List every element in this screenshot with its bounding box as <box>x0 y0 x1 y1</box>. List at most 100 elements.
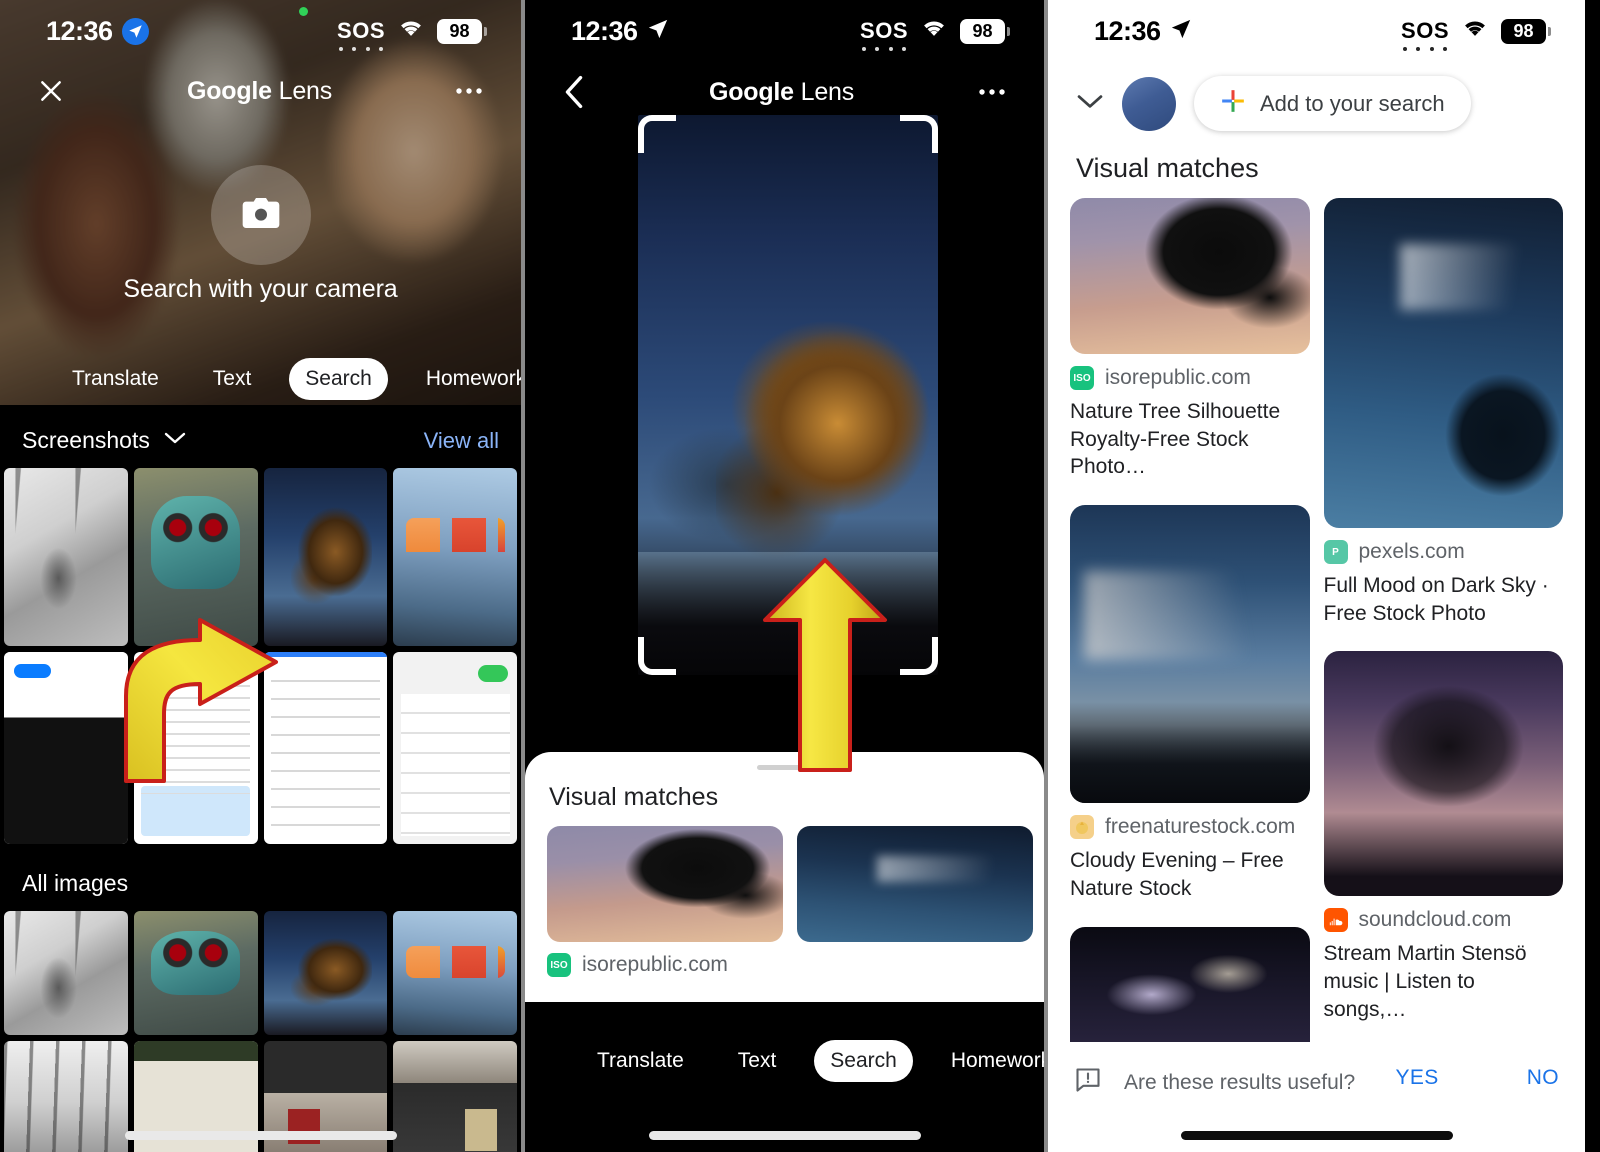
screenshots-grid-row-1 <box>0 468 521 646</box>
visual-matches-bottom-sheet[interactable]: Visual matches ISO isorepublic.com <box>525 752 1044 1002</box>
mode-tab-bar: Translate Text Search Homework Shopping <box>525 1040 1044 1082</box>
result-source: P pexels.com <box>1323 528 1564 564</box>
page-title: Google Lens <box>709 78 854 107</box>
result-thumbnail <box>1070 926 1310 1057</box>
overflow-menu-icon[interactable] <box>455 87 483 95</box>
mode-tab-homework[interactable]: Homework <box>935 1040 1044 1082</box>
results-column-right: P pexels.com Full Mood on Dark Sky · Fre… <box>1323 198 1564 1134</box>
thumbnail[interactable] <box>393 468 517 646</box>
status-bar: 12:36 SOS 98 <box>1048 0 1585 62</box>
result-card[interactable]: P pexels.com Full Mood on Dark Sky · Fre… <box>1323 198 1564 643</box>
view-all-link[interactable]: View all <box>424 428 499 454</box>
result-source-name: isorepublic.com <box>1105 366 1251 389</box>
phone-screen-lens-crop: 12:36 SOS 98 Google Lens Visual matches … <box>525 0 1044 1152</box>
camera-caption: Search with your camera <box>123 275 398 303</box>
status-time: 12:36 <box>571 15 638 46</box>
crop-region[interactable] <box>638 115 938 675</box>
thumbnail[interactable] <box>263 911 388 1035</box>
result-source: soundcloud.com <box>1323 896 1564 933</box>
result-card[interactable] <box>797 826 1033 977</box>
sheet-results-row: ISO isorepublic.com <box>525 812 1044 977</box>
feedback-icon <box>1074 1066 1102 1099</box>
results-header: Add to your search <box>1048 62 1585 131</box>
mode-tab-homework[interactable]: Homework <box>410 358 521 400</box>
crop-brackets[interactable] <box>638 115 938 675</box>
screenshots-label-group[interactable]: Screenshots <box>22 427 186 454</box>
crop-handle-bottom-right[interactable] <box>900 637 938 675</box>
screenshots-section-header: Screenshots View all <box>0 405 521 468</box>
three-phone-screenshot-stage: 12:36 SOS 98 Google Lens Search with you… <box>0 0 1600 1152</box>
add-to-your-search-button[interactable]: Add to your search <box>1194 76 1471 131</box>
result-card[interactable]: soundcloud.com Stream Martin Stensö musi… <box>1323 651 1564 1039</box>
result-thumbnail <box>1323 198 1563 528</box>
result-card[interactable] <box>1070 926 1310 1057</box>
thumbnail[interactable] <box>4 468 128 646</box>
mode-tab-search[interactable]: Search <box>814 1040 913 1082</box>
visual-matches-title: Visual matches <box>1076 153 1259 183</box>
back-chevron-icon[interactable] <box>563 75 585 109</box>
thumbnail[interactable] <box>393 911 517 1035</box>
overflow-menu-icon[interactable] <box>978 88 1006 96</box>
battery-indicator: 98 <box>960 18 1005 44</box>
battery-indicator: 98 <box>1501 18 1546 44</box>
page-title: Google Lens <box>187 77 332 106</box>
camera-shutter-button[interactable] <box>210 165 311 265</box>
isorepublic-favicon-icon: ISO <box>1070 366 1094 390</box>
mode-tab-text[interactable]: Text <box>197 358 268 400</box>
result-source-name: isorepublic.com <box>582 953 728 976</box>
sheet-title: Visual matches <box>549 783 719 811</box>
mode-tab-bar: Translate Text Search Homework Shopping <box>0 358 521 400</box>
status-time: 12:36 <box>1094 15 1161 46</box>
chevron-down-icon[interactable] <box>1076 93 1104 115</box>
result-card[interactable]: freenaturestock.com Cloudy Evening – Fre… <box>1070 505 1310 918</box>
thumbnail[interactable] <box>4 1041 128 1152</box>
crop-handle-bottom-left[interactable] <box>638 637 676 675</box>
screenshots-title: Screenshots <box>22 427 150 453</box>
mode-tab-translate[interactable]: Translate <box>581 1040 700 1082</box>
battery-nub <box>1548 26 1551 36</box>
wifi-icon <box>1461 18 1489 44</box>
status-bar-left: 12:36 <box>1094 16 1192 47</box>
brand-lens: Lens <box>793 77 855 106</box>
thumbnail[interactable] <box>263 468 388 646</box>
thumbnail[interactable] <box>393 1041 517 1152</box>
location-arrow-icon <box>1170 18 1192 45</box>
mode-tab-search[interactable]: Search <box>289 358 388 400</box>
mode-tab-translate[interactable]: Translate <box>56 358 175 400</box>
result-thumbnail <box>1070 198 1310 354</box>
thumbnail[interactable] <box>393 652 517 844</box>
status-bar-right: SOS 98 <box>337 18 487 51</box>
thumbnail[interactable] <box>4 652 128 844</box>
results-columns: ISO isorepublic.com Nature Tree Silhouet… <box>1048 198 1585 1134</box>
status-bar: 12:36 SOS 98 <box>525 0 1044 62</box>
result-title: Cloudy Evening – Free Nature Stock <box>1070 849 1284 900</box>
result-title: Stream Martin Stensö music | Listen to s… <box>1323 942 1527 1021</box>
close-icon[interactable] <box>38 78 64 104</box>
pexels-favicon-icon: P <box>1323 540 1348 564</box>
result-card[interactable]: ISO isorepublic.com <box>547 826 783 977</box>
status-bar-left: 12:36 <box>46 16 149 47</box>
thumbnail[interactable] <box>133 911 258 1035</box>
lens-top-bar: Google Lens <box>525 62 1044 122</box>
battery-indicator: 98 <box>437 18 482 44</box>
result-title: Full Mood on Dark Sky · Free Stock Photo <box>1323 574 1549 625</box>
thumbnail[interactable] <box>133 652 258 844</box>
result-source: ISO isorepublic.com <box>1070 354 1310 390</box>
query-image-avatar[interactable] <box>1122 76 1176 131</box>
chevron-down-icon[interactable] <box>164 431 186 450</box>
sos-indicator: SOS <box>337 18 385 51</box>
all-images-grid-row-1 <box>0 911 521 1035</box>
thumbnail[interactable] <box>263 652 388 844</box>
mode-tab-text[interactable]: Text <box>722 1040 793 1082</box>
phone-screen-lens-home: 12:36 SOS 98 Google Lens Search with you… <box>0 0 521 1152</box>
feedback-no-button[interactable]: NO <box>1527 1066 1559 1090</box>
result-thumbnail <box>547 826 783 942</box>
thumbnail[interactable] <box>4 911 128 1035</box>
feedback-question: Are these results useful? <box>1124 1070 1356 1094</box>
result-card[interactable]: ISO isorepublic.com Nature Tree Silhouet… <box>1070 198 1310 497</box>
thumbnail[interactable] <box>133 468 258 646</box>
result-source-name: soundcloud.com <box>1358 908 1512 932</box>
result-thumbnail <box>1323 651 1563 897</box>
isorepublic-favicon-icon: ISO <box>547 953 571 977</box>
feedback-yes-button[interactable]: YES <box>1395 1066 1438 1090</box>
